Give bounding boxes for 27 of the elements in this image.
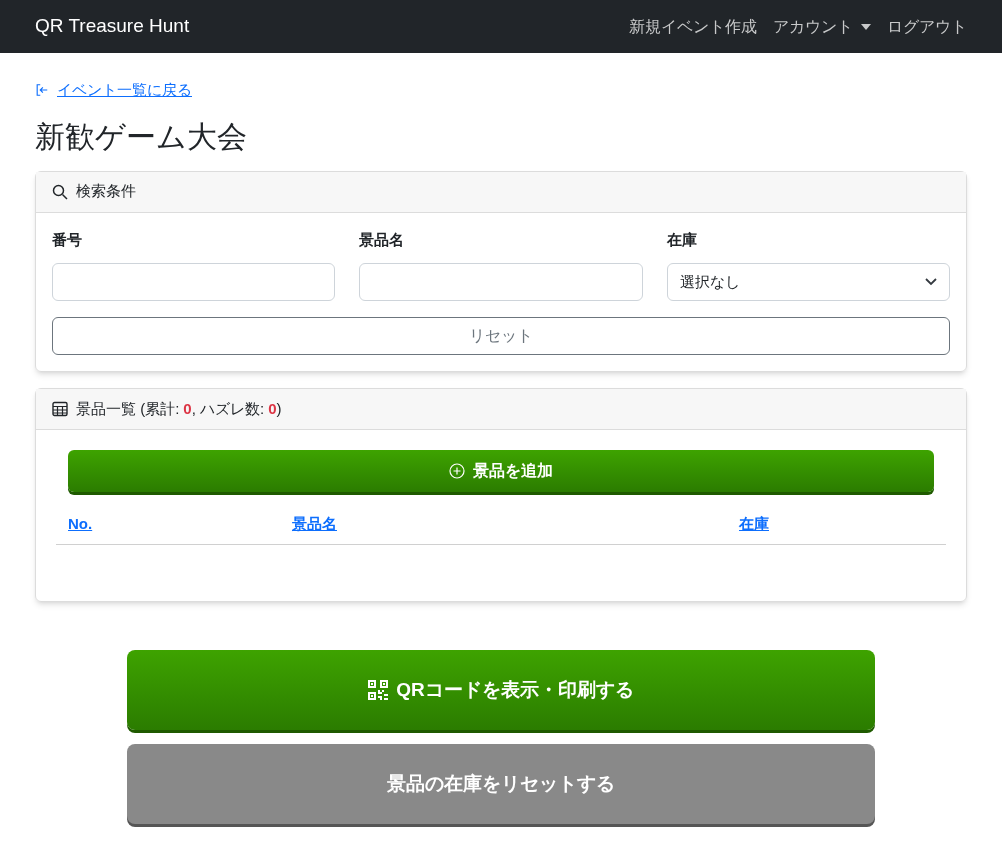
field-label: 景品名	[359, 229, 406, 250]
column-header-link[interactable]: 景品名	[292, 515, 337, 532]
search-icon	[52, 183, 68, 200]
card-title: 検索条件	[76, 181, 136, 202]
account-menu[interactable]: アカウント	[773, 14, 871, 39]
column-header-link[interactable]: No.	[68, 515, 93, 532]
input-field[interactable]	[52, 263, 336, 301]
exit-icon	[35, 83, 49, 98]
input-field[interactable]	[359, 263, 643, 301]
card-title: 景品一覧 (累計: 0, ハズレ数: 0)	[76, 398, 282, 419]
stock-dropdown[interactable]: 選択なし	[666, 263, 950, 301]
nav-link[interactable]: ログアウト	[887, 14, 967, 39]
chevron-down-icon	[925, 278, 937, 286]
reset-button[interactable]: リセット	[52, 317, 950, 355]
brand-name[interactable]: QR Treasure Hunt	[35, 12, 190, 41]
plus-circle-icon	[449, 463, 465, 479]
nav-link[interactable]: 新規イベント作成	[629, 14, 757, 39]
show-qr-button[interactable]: QRコードを表示・印刷する	[127, 650, 875, 730]
field-label: 在庫	[666, 229, 698, 250]
field-label: 番号	[52, 229, 83, 250]
qr-code-icon	[368, 680, 389, 700]
add-prize-button[interactable]: 景品を追加	[68, 450, 934, 492]
page-title: 新歓ゲーム大会	[35, 118, 248, 155]
table-icon	[52, 401, 68, 417]
reset-stock-button[interactable]: 景品の在庫をリセットする	[127, 744, 875, 824]
column-header-link[interactable]: 在庫	[739, 515, 769, 532]
back-link[interactable]: イベント一覧に戻る	[35, 79, 192, 102]
